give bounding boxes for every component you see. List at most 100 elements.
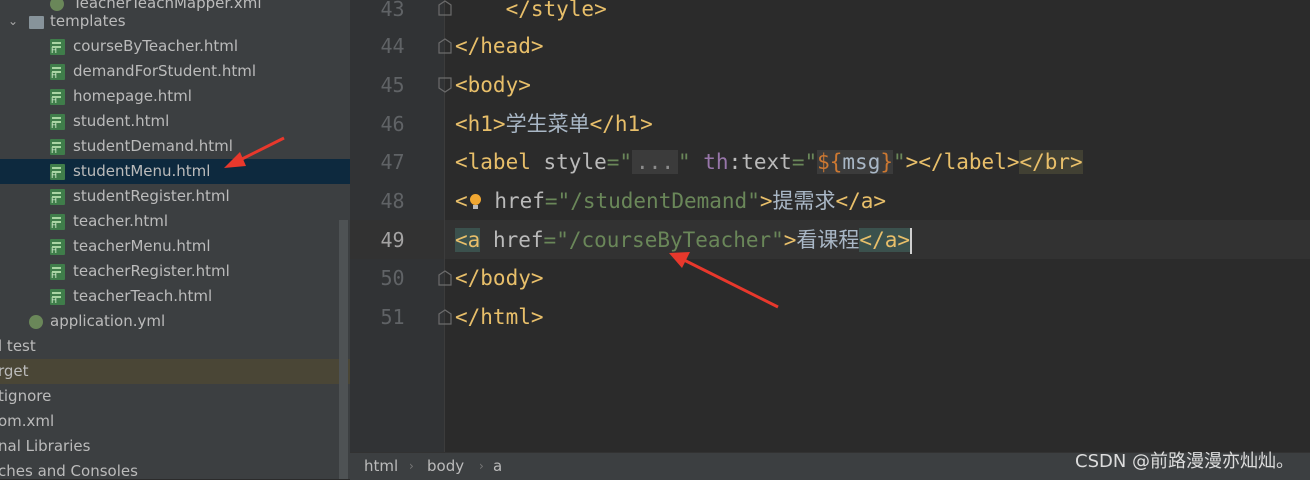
code-line-49[interactable]: <a href="/courseByTeacher">看课程</a> [455,221,912,260]
tree-file-label: studentDemand.html [73,137,233,155]
html-file-icon: H [50,114,65,130]
html-file-icon: H [50,64,65,80]
chevron-right-icon: › [409,459,414,473]
breadcrumb-item-a[interactable]: a [493,453,502,480]
tree-file-teacherteach[interactable]: H teacherTeach.html [0,284,350,309]
tree-file-studentregister[interactable]: H studentRegister.html [0,184,350,209]
tree-file-demandforstudent[interactable]: H demandForStudent.html [0,59,350,84]
tree-item-label: rget [0,362,29,380]
code-line-45[interactable]: <body> [455,66,531,105]
code-variable: msg [842,150,881,174]
chevron-down-icon[interactable]: ⌄ [8,9,18,34]
tree-item-label: om.xml [0,412,55,430]
code-tag-start: < [455,189,468,213]
tree-file-label: teacherMenu.html [73,237,211,255]
code-line-51[interactable]: </html> [455,298,544,337]
code-string: =" [791,150,818,174]
code-template-close: } [880,150,893,174]
tree-folder-templates[interactable]: ⌄ templates [0,9,350,34]
line-number[interactable]: 48 [350,182,435,221]
code-text: 学生菜单 [505,112,590,136]
fold-end-icon[interactable] [437,309,453,325]
code-tag: </head> [455,34,544,58]
code-tag: <a [455,228,481,252]
html-file-icon: H [50,189,65,205]
html-file-icon: H [50,214,65,230]
tree-item-label: nal Libraries [0,437,91,455]
html-file-icon: H [50,239,65,255]
code-line-48[interactable]: < href="/studentDemand">提需求</a> [455,182,886,221]
breadcrumb-item-body[interactable]: body [427,453,464,480]
code-tag: </br> [1019,150,1083,174]
tree-item-test[interactable]: l test [0,334,350,359]
line-number[interactable]: 44 [350,27,435,66]
tree-file-label: homepage.html [73,87,192,105]
tree-file-studentmenu[interactable]: H studentMenu.html [0,159,350,184]
tree-item-scratches[interactable]: ches and Consoles [0,459,350,479]
tree-item-pom[interactable]: om.xml [0,409,350,434]
text-caret [910,228,912,254]
breadcrumb-item-html[interactable]: html [364,453,398,480]
tree-file-teachermenu[interactable]: H teacherMenu.html [0,234,350,259]
line-number-current[interactable]: 49 [350,221,435,260]
fold-end-icon[interactable] [437,270,453,286]
line-number[interactable]: 50 [350,259,435,298]
tree-file-label: studentMenu.html [73,162,211,180]
fold-end-icon[interactable] [437,38,453,54]
tree-item-gitignore[interactable]: tignore [0,384,350,409]
code-tag: </a> [859,228,910,252]
code-tag: </label> [918,150,1020,174]
line-number[interactable]: 47 [350,143,435,182]
tree-file-label: application.yml [50,312,166,330]
intention-bulb-icon[interactable] [468,194,482,210]
tree-item-external-libraries[interactable]: nal Libraries [0,434,350,459]
tree-item-label: ches and Consoles [0,462,138,479]
line-number[interactable]: 51 [350,298,435,337]
tree-file-homepage[interactable]: H homepage.html [0,84,350,109]
code-line-43[interactable]: </style> [455,0,607,29]
watermark: CSDN @前路漫漫亦灿灿。 [1075,451,1295,472]
chevron-right-icon: › [479,459,484,473]
tree-file-studentdemand[interactable]: H studentDemand.html [0,134,350,159]
code-tag: </body> [455,266,544,290]
html-file-icon: H [50,139,65,155]
code-tag: </a> [835,189,887,213]
tree-file-coursebyteacher[interactable]: H courseByTeacher.html [0,34,350,59]
tree-item-target[interactable]: rget [0,359,350,384]
code-template-open: ${ [817,150,843,174]
tree-file-teacher[interactable]: H teacher.html [0,209,350,234]
tree-file-student[interactable]: H student.html [0,109,350,134]
code-attr: text [741,150,792,174]
code-line-44[interactable]: </head> [455,27,544,66]
tree-file-application-yml[interactable]: application.yml [0,309,350,334]
code-line-50[interactable]: </body> [455,259,544,298]
tree-folder-label: templates [50,12,126,30]
folded-code-region[interactable]: ... [632,150,678,174]
code-line-47[interactable]: <label style="... " th:text="${msg}"></la… [455,143,1083,182]
tree-file-label: student.html [73,112,170,130]
tree-file-label: studentRegister.html [73,187,230,205]
gutter-divider [444,0,445,452]
tree-file-teacherregister[interactable]: H teacherRegister.html [0,259,350,284]
code-tag: > [759,189,773,213]
html-file-icon: H [50,39,65,55]
project-tree-panel: TeacherTeachMapper.xml ⌄ templates H cou… [0,0,350,479]
tree-scrollbar[interactable] [339,220,348,479]
code-tag: > [783,228,797,252]
line-number[interactable]: 43 [350,0,435,29]
line-number[interactable]: 45 [350,66,435,105]
html-file-icon: H [50,289,65,305]
code-string: = [543,228,557,252]
code-namespace: th [703,150,729,174]
code-attr: href [494,189,545,213]
fold-end-icon[interactable] [437,0,453,16]
html-file-icon: H [50,89,65,105]
tree-file-label: courseByTeacher.html [73,37,239,55]
code-line-46[interactable]: <h1>学生菜单</h1> [455,105,653,144]
html-file-icon: H [50,264,65,280]
code-string: " [677,150,691,174]
line-number[interactable]: 46 [350,105,435,144]
code-text: 看课程 [796,228,860,252]
code-tag: <label [455,150,531,174]
fold-start-icon[interactable] [437,77,453,93]
